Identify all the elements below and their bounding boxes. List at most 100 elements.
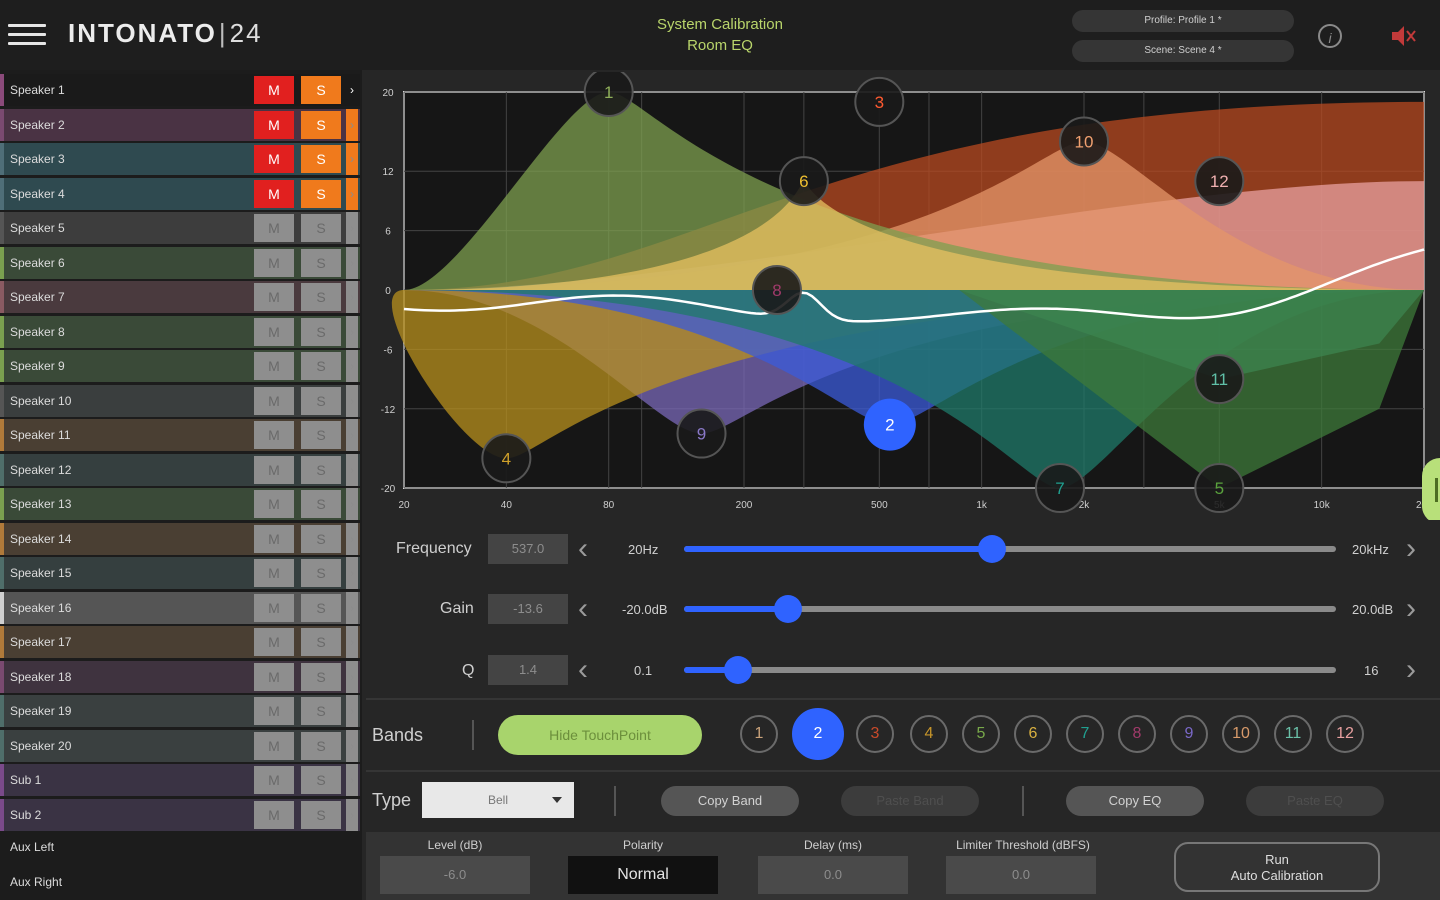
band-button-7[interactable]: 7: [1066, 715, 1104, 753]
scene-selector[interactable]: Scene: Scene 4 *: [1072, 40, 1294, 62]
channel-row[interactable]: Speaker 2 M S ›: [0, 108, 360, 141]
mute-button[interactable]: M: [254, 455, 294, 484]
gain-value[interactable]: -13.6: [488, 594, 568, 624]
hide-touchpoint-button[interactable]: Hide TouchPoint: [498, 715, 702, 755]
channel-row[interactable]: Speaker 16 M S ›: [0, 591, 360, 624]
solo-button[interactable]: S: [301, 455, 341, 484]
band-button-8[interactable]: 8: [1118, 715, 1156, 753]
channel-row[interactable]: Speaker 3 M S ›: [0, 143, 360, 175]
solo-button[interactable]: S: [301, 628, 341, 656]
band-button-9[interactable]: 9: [1170, 715, 1208, 753]
solo-button[interactable]: S: [301, 248, 341, 277]
chevron-right-icon[interactable]: ›: [346, 488, 358, 520]
chevron-right-icon[interactable]: ›: [346, 212, 358, 244]
frequency-slider-thumb[interactable]: [978, 535, 1007, 563]
mute-button[interactable]: M: [254, 248, 294, 277]
paste-band-button[interactable]: Paste Band: [841, 786, 979, 816]
eq-graph[interactable]: 2040802005001k2k5k10k20k201260-6-12-2012…: [366, 67, 1440, 520]
mute-button[interactable]: M: [254, 662, 294, 691]
mute-button[interactable]: M: [254, 214, 294, 242]
chevron-right-icon[interactable]: ›: [346, 74, 358, 106]
chevron-right-icon[interactable]: ›: [346, 281, 358, 313]
band-button-1[interactable]: 1: [740, 715, 778, 753]
chevron-right-icon[interactable]: ›: [346, 626, 358, 658]
q-decrease-icon[interactable]: ‹: [578, 655, 588, 685]
mute-button[interactable]: M: [254, 628, 294, 656]
band-button-3[interactable]: 3: [856, 715, 894, 753]
mute-button[interactable]: M: [254, 697, 294, 725]
solo-button[interactable]: S: [301, 697, 341, 725]
solo-button[interactable]: S: [301, 214, 341, 242]
q-slider-thumb[interactable]: [724, 656, 753, 684]
mute-button[interactable]: M: [254, 731, 294, 760]
limiter-field[interactable]: 0.0: [946, 856, 1096, 894]
channel-row[interactable]: Speaker 17 M S ›: [0, 626, 360, 658]
chevron-right-icon[interactable]: ›: [346, 143, 358, 175]
solo-button[interactable]: S: [301, 283, 341, 311]
chevron-right-icon[interactable]: ›: [346, 522, 358, 555]
channel-row[interactable]: Speaker 13 M S ›: [0, 488, 360, 520]
channel-row[interactable]: Speaker 15 M S ›: [0, 557, 360, 589]
channel-row[interactable]: Speaker 11 M S ›: [0, 419, 360, 451]
gain-increase-icon[interactable]: ›: [1406, 594, 1416, 624]
chevron-right-icon[interactable]: ›: [346, 557, 358, 589]
mute-button[interactable]: M: [254, 421, 294, 449]
solo-button[interactable]: S: [301, 145, 341, 173]
channel-row[interactable]: Speaker 14 M S ›: [0, 522, 360, 555]
channel-row[interactable]: Speaker 10 M S ›: [0, 384, 360, 417]
mute-button[interactable]: M: [254, 283, 294, 311]
frequency-value[interactable]: 537.0: [488, 534, 568, 564]
chevron-right-icon[interactable]: ›: [346, 453, 358, 486]
q-increase-icon[interactable]: ›: [1406, 655, 1416, 685]
channel-row[interactable]: Speaker 19 M S ›: [0, 695, 360, 727]
mute-button[interactable]: M: [254, 110, 294, 139]
chevron-right-icon[interactable]: ›: [346, 695, 358, 727]
solo-button[interactable]: S: [301, 386, 341, 415]
channel-row[interactable]: Speaker 1 M S ›: [0, 74, 360, 106]
solo-button[interactable]: S: [301, 110, 341, 139]
copy-eq-button[interactable]: Copy EQ: [1066, 786, 1204, 816]
solo-button[interactable]: S: [301, 662, 341, 691]
mute-button[interactable]: M: [254, 352, 294, 380]
chevron-right-icon[interactable]: ›: [346, 591, 358, 624]
gain-slider[interactable]: [684, 595, 1336, 623]
mute-button[interactable]: M: [254, 524, 294, 553]
mute-button[interactable]: M: [254, 386, 294, 415]
delay-field[interactable]: 0.0: [758, 856, 908, 894]
chevron-right-icon[interactable]: ›: [346, 350, 358, 382]
chevron-right-icon[interactable]: ›: [346, 729, 358, 762]
mute-button[interactable]: M: [254, 145, 294, 173]
mute-button[interactable]: M: [254, 179, 294, 208]
speaker-mute-icon[interactable]: [1388, 22, 1418, 50]
chevron-right-icon[interactable]: ›: [346, 315, 358, 348]
band-button-2[interactable]: 2: [792, 708, 844, 760]
frequency-slider[interactable]: [684, 535, 1336, 563]
chevron-right-icon[interactable]: ›: [346, 177, 358, 210]
band-button-6[interactable]: 6: [1014, 715, 1052, 753]
panel-drag-handle[interactable]: [1422, 458, 1440, 524]
eq-plot[interactable]: 2040802005001k2k5k10k20k201260-6-12-2012…: [366, 67, 1440, 520]
solo-button[interactable]: S: [301, 731, 341, 760]
profile-selector[interactable]: Profile: Profile 1 *: [1072, 10, 1294, 32]
copy-band-button[interactable]: Copy Band: [661, 786, 799, 816]
solo-button[interactable]: S: [301, 559, 341, 587]
chevron-right-icon[interactable]: ›: [346, 764, 358, 796]
chevron-right-icon[interactable]: ›: [346, 108, 358, 141]
info-icon[interactable]: i: [1318, 24, 1342, 48]
band-button-10[interactable]: 10: [1222, 715, 1260, 753]
mute-button[interactable]: M: [254, 317, 294, 346]
solo-button[interactable]: S: [301, 352, 341, 380]
type-dropdown[interactable]: Bell: [422, 782, 574, 818]
aux-channel[interactable]: Aux Left: [10, 840, 54, 854]
mute-button[interactable]: M: [254, 490, 294, 518]
q-value[interactable]: 1.4: [488, 655, 568, 685]
solo-button[interactable]: S: [301, 76, 341, 104]
channel-row[interactable]: Sub 2 M S ›: [0, 798, 360, 831]
solo-button[interactable]: S: [301, 766, 341, 794]
chevron-right-icon[interactable]: ›: [346, 419, 358, 451]
solo-button[interactable]: S: [301, 593, 341, 622]
mute-button[interactable]: M: [254, 76, 294, 104]
level-field[interactable]: -6.0: [380, 856, 530, 894]
polarity-field[interactable]: Normal: [568, 856, 718, 894]
channel-row[interactable]: Speaker 18 M S ›: [0, 660, 360, 693]
